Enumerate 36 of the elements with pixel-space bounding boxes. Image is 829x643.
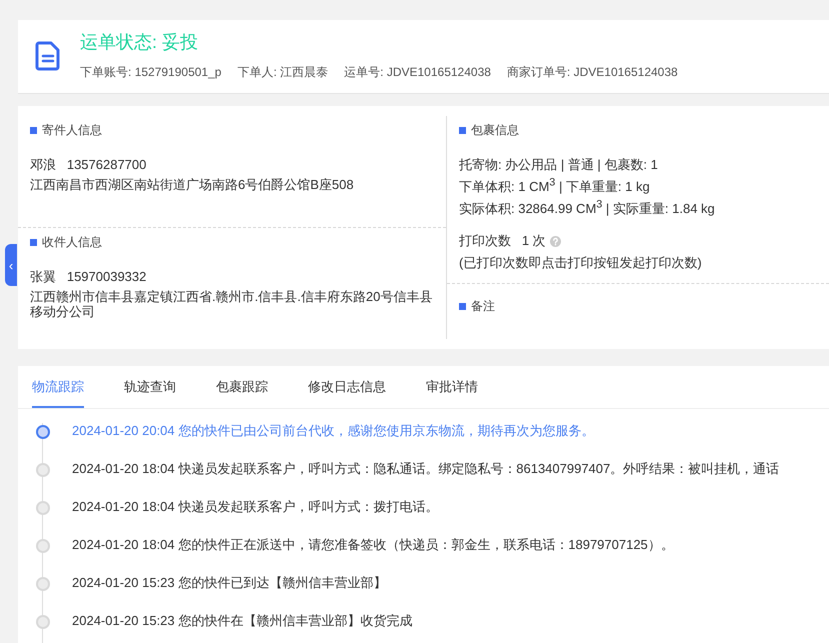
tab[interactable]: 物流跟踪 (32, 366, 84, 408)
order-meta: 运单号: JDVE10165124038 (344, 64, 491, 81)
tab[interactable]: 审批详情 (426, 366, 478, 408)
package-detail: 下单体积: 1 CM$^{3}$ | 下单重量: 1 kg (459, 177, 651, 196)
tracking-entry: 2024-01-20 18:04 快递员发起联系客户，呼叫方式：拨打电话。 (72, 499, 440, 515)
section-title: 包裹信息 (471, 122, 519, 139)
collapse-tab[interactable]: ‹ (5, 244, 17, 286)
tracking-entry: 2024-01-20 18:04 快递员发起联系客户，呼叫方式：隐私通话。绑定隐私号：8613407997407。外呼结果：被叫挂机，通话 (72, 461, 780, 477)
help-icon[interactable] (550, 236, 561, 248)
tracking-entry: 2024-01-20 20:04 您的快件已由公司前台代收，感谢您使用京东物流，期待再次为您服务。 (72, 423, 596, 439)
print-note: (已打印次数即点击打印按钮发起打印次数) (459, 254, 703, 272)
tab[interactable]: 轨迹查询 (124, 366, 176, 408)
tab[interactable]: 包裹跟踪 (216, 366, 268, 408)
package-detail: 实际体积: 32864.99 CM$^{3}$ | 实际重量: 1.84 kg (459, 199, 716, 218)
contact-line: 邓浪 13576287700 (30, 156, 148, 174)
section-marker-icon (459, 303, 466, 310)
section-marker-icon (30, 127, 37, 134)
tab[interactable]: 修改日志信息 (308, 366, 386, 408)
tracking-entry: 2024-01-20 18:04 您的快件正在派送中，请您准备签收（快递员：郭金生，联系电话：18979707125）。 (72, 537, 675, 553)
contact-line: 张翼 15970039332 (30, 268, 148, 286)
order-meta: 下单账号: 15279190501_p (80, 64, 222, 81)
tracking-entry: 2024-01-20 15:23 您的快件在【赣州信丰营业部】收货完成 (72, 613, 414, 629)
address-text: 江西赣州市信丰县嘉定镇江西省.赣州市.信丰县.信丰府东路20号信丰县移动分公司 (30, 289, 434, 319)
address-text: 江西南昌市西湖区南站街道广场南路6号伯爵公馆B座508 (30, 177, 355, 192)
print-count: 打印次数 1 次 (459, 233, 546, 248)
package-detail: 托寄物: 办公用品 | 普通 | 包裹数: 1 (459, 156, 659, 174)
tracking-entry: 2024-01-20 15:23 您的快件已到达【赣州信丰营业部】 (72, 575, 388, 591)
order-meta: 下单人: 江西晨泰 (237, 64, 328, 81)
section-title: 寄件人信息 (42, 122, 102, 139)
section-marker-icon (30, 239, 37, 246)
section-title: 收件人信息 (42, 234, 102, 251)
section-marker-icon (459, 127, 466, 134)
order-meta: 商家订单号: JDVE10165124038 (506, 64, 678, 81)
section-title: 备注 (471, 298, 495, 315)
document-icon (34, 40, 62, 70)
waybill-status: 运单状态: 妥投 (80, 31, 200, 54)
